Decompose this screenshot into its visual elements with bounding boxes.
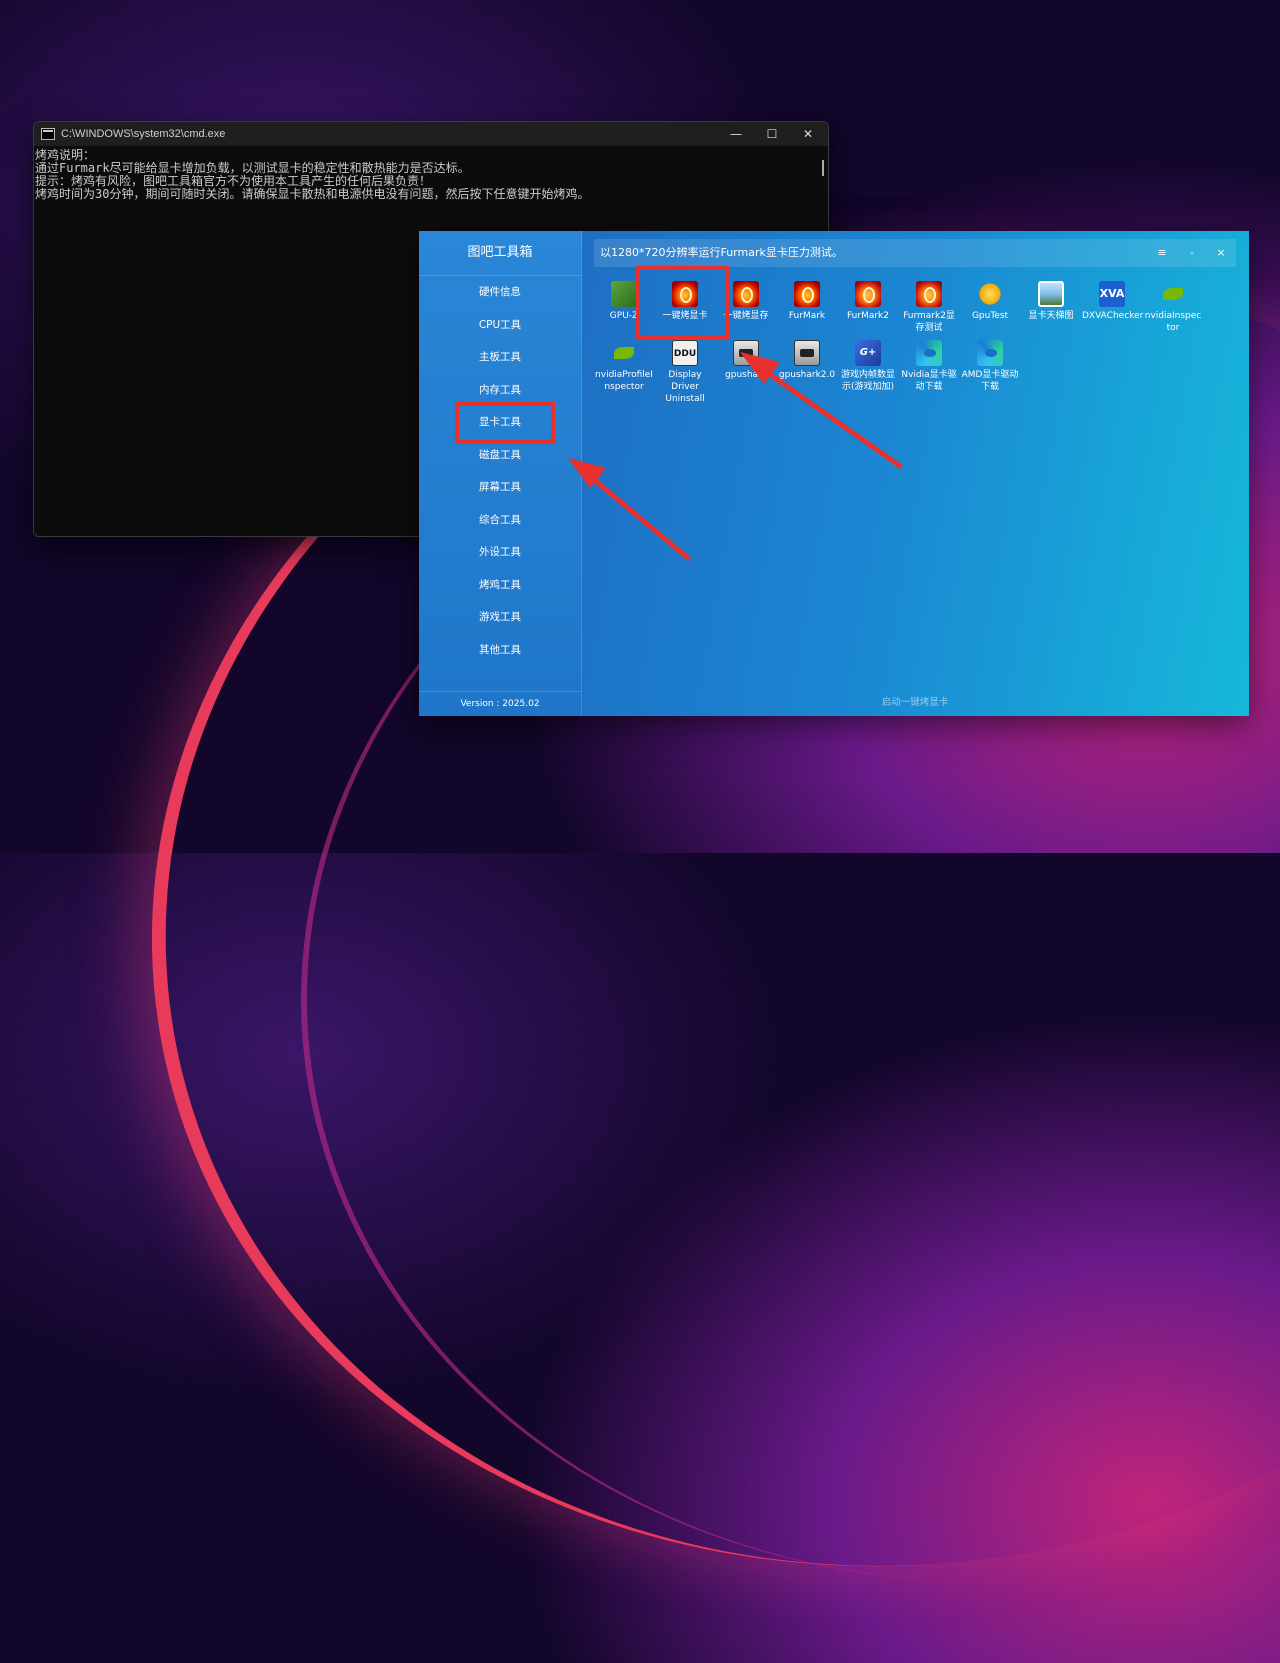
annotation-arrows [568, 352, 903, 561]
arrow-to-tool [740, 352, 903, 469]
arrow-to-sidebar [568, 458, 691, 561]
